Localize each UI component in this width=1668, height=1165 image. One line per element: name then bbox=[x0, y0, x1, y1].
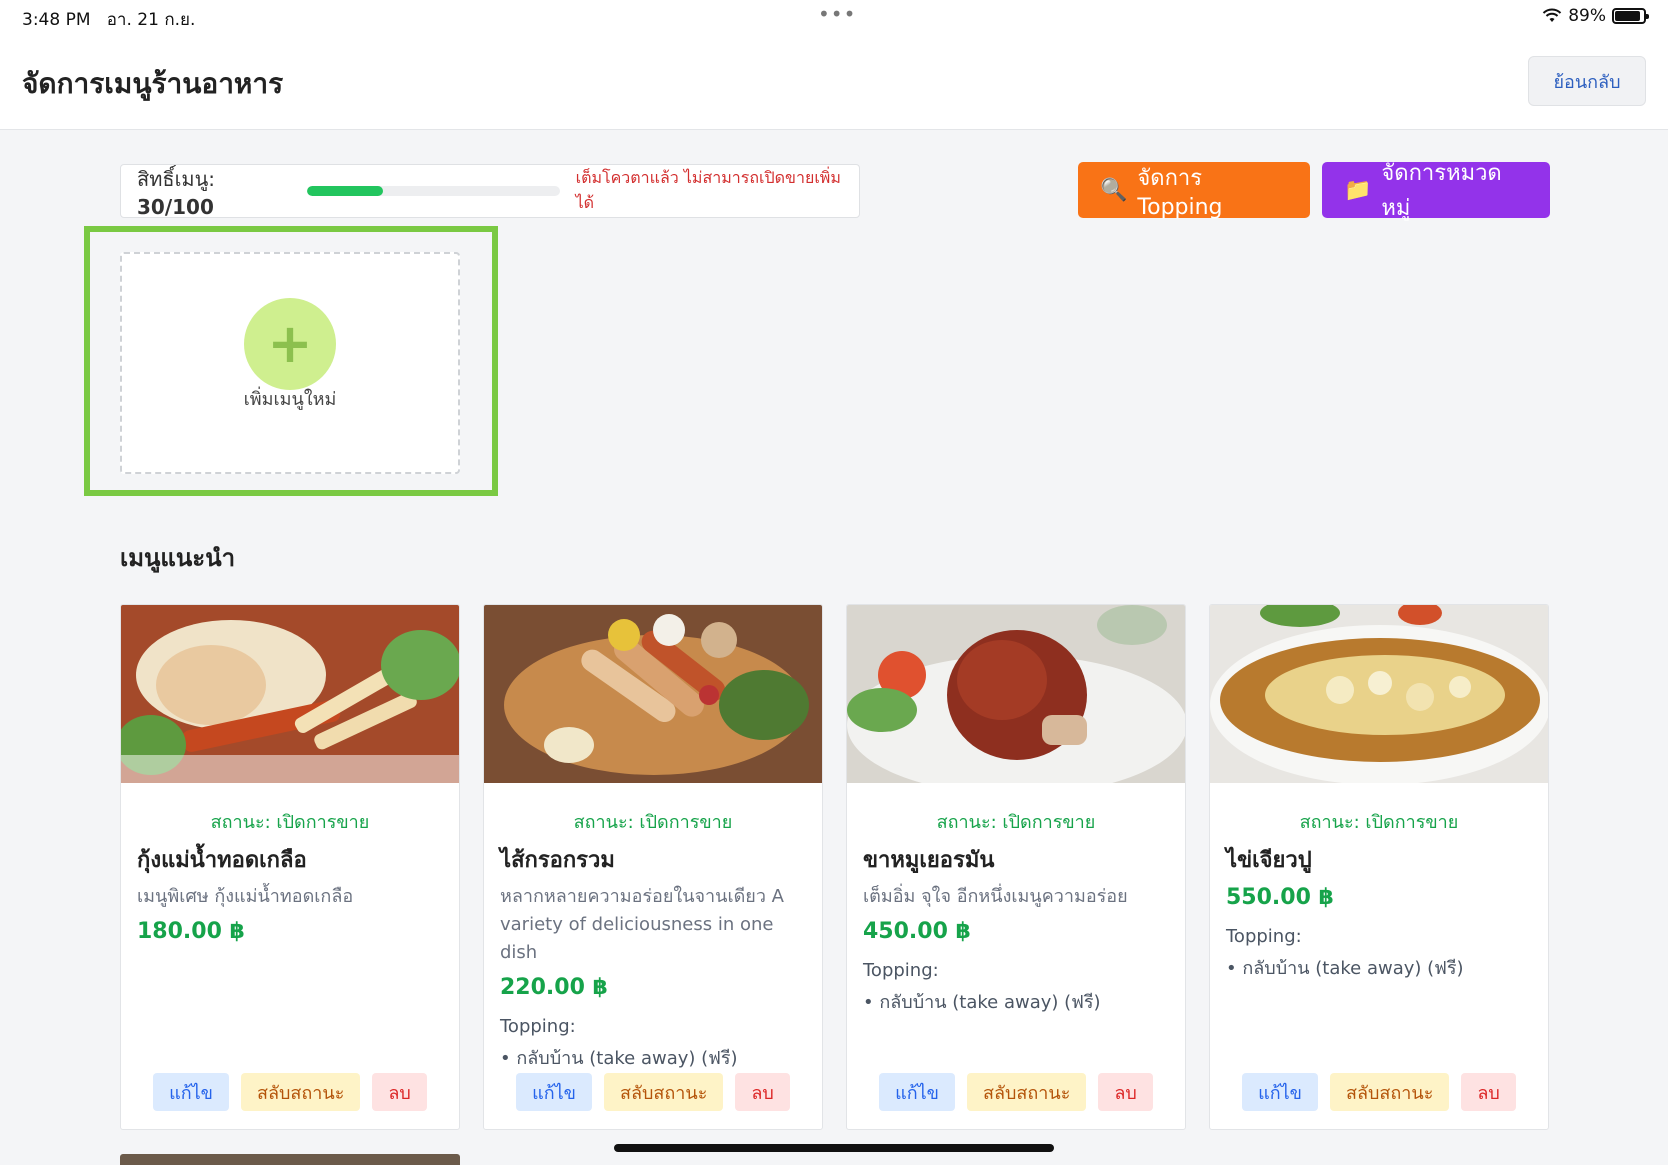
menu-image-fried-prawn bbox=[121, 605, 459, 783]
menu-status: สถานะ: เปิดการขาย bbox=[573, 812, 733, 833]
section-title: เมนูแนะนำ bbox=[120, 544, 236, 572]
battery-percent: 89% bbox=[1568, 6, 1606, 26]
delete-button[interactable]: ลบ bbox=[735, 1073, 790, 1111]
menu-description: เมนูพิเศษ กุ้งแม่น้ำทอดเกลือ bbox=[137, 886, 354, 907]
quota-warning: เต็มโควตาแล้ว ไม่สามารถเปิดขายเพิ่มได้ bbox=[575, 168, 841, 212]
toggle-status-button[interactable]: สลับสถานะ bbox=[240, 1073, 361, 1111]
toggle-status-button[interactable]: สลับสถานะ bbox=[966, 1073, 1087, 1111]
card-actions: แก้ไข สลับสถานะ ลบ bbox=[1210, 1073, 1548, 1111]
menu-image-pork-knuckle bbox=[847, 605, 1185, 783]
manage-topping-button[interactable]: 🔍 จัดการ Topping bbox=[1078, 162, 1310, 220]
menu-price: 450.00 ฿ bbox=[863, 919, 971, 944]
back-button[interactable]: ย้อนกลับ bbox=[1528, 56, 1646, 106]
menu-card: สถานะ: เปิดการขาย ไส้กรอกรวม หลากหลายควา… bbox=[483, 604, 823, 1130]
edit-button[interactable]: แก้ไข bbox=[879, 1073, 955, 1111]
menu-price: 220.00 ฿ bbox=[500, 975, 608, 1000]
quota-progress-bar bbox=[307, 186, 560, 196]
plus-icon[interactable]: + bbox=[244, 298, 336, 390]
wifi-icon bbox=[1542, 8, 1562, 22]
menu-card: สถานะ: เปิดการขาย ไข่เจียวปู 550.00 ฿ To… bbox=[1209, 604, 1549, 1130]
menu-price: 550.00 ฿ bbox=[1226, 885, 1334, 910]
manage-category-label: จัดการหมวดหมู่ bbox=[1381, 161, 1502, 221]
topping-item: • กลับบ้าน (take away) (ฟรี) bbox=[863, 992, 1101, 1013]
topping-label: Topping: bbox=[1226, 926, 1302, 947]
menu-name: ไข่เจียวปู bbox=[1226, 848, 1312, 873]
add-menu-label: เพิ่มเมนูใหม่ bbox=[243, 389, 337, 410]
menu-price: 180.00 ฿ bbox=[137, 919, 245, 944]
card-actions: แก้ไข สลับสถานะ ลบ bbox=[484, 1073, 822, 1111]
manage-topping-label: จัดการ Topping bbox=[1137, 166, 1223, 220]
folder-icon: 📁 bbox=[1344, 177, 1372, 203]
menu-status: สถานะ: เปิดการขาย bbox=[210, 812, 370, 833]
topping-item: • กลับบ้าน (take away) (ฟรี) bbox=[500, 1048, 738, 1069]
menu-description: หลากหลายความอร่อยในจานเดียว A variety of… bbox=[500, 886, 784, 963]
card-actions: แก้ไข สลับสถานะ ลบ bbox=[847, 1073, 1185, 1111]
menu-image-sausage-platter bbox=[484, 605, 822, 783]
toggle-status-button[interactable]: สลับสถานะ bbox=[603, 1073, 724, 1111]
menu-name: กุ้งแม่น้ำทอดเกลือ bbox=[137, 848, 307, 873]
battery-icon bbox=[1612, 8, 1649, 24]
manage-category-button[interactable]: 📁 จัดการหมวดหมู่ bbox=[1322, 161, 1550, 221]
topping-label: Topping: bbox=[500, 1016, 576, 1037]
edit-button[interactable]: แก้ไข bbox=[1242, 1073, 1318, 1111]
delete-button[interactable]: ลบ bbox=[372, 1073, 427, 1111]
status-time: 3:48 PM อา. 21 ก.ย. bbox=[22, 10, 196, 30]
quota-progress-fill bbox=[307, 186, 383, 196]
menu-name: ขาหมูเยอรมัน bbox=[863, 848, 995, 873]
app-header: จัดการเมนูร้านอาหาร ย้อนกลับ bbox=[0, 34, 1668, 130]
menu-card: สถานะ: เปิดการขาย ขาหมูเยอรมัน เต็มอิ่ม … bbox=[846, 604, 1186, 1130]
add-menu-card[interactable]: + เพิ่มเมนูใหม่ bbox=[120, 252, 460, 474]
card-actions: แก้ไข สลับสถานะ ลบ bbox=[121, 1073, 459, 1111]
menu-image-crab-omelette bbox=[1210, 605, 1548, 783]
menu-name: ไส้กรอกรวม bbox=[500, 848, 615, 873]
edit-button[interactable]: แก้ไข bbox=[153, 1073, 229, 1111]
status-right: 89% bbox=[1542, 6, 1649, 26]
menu-card-partial bbox=[120, 1154, 460, 1165]
menu-quota-panel: สิทธิ์เมนู: 30/100 เต็มโควตาแล้ว ไม่สามา… bbox=[120, 164, 860, 219]
topping-label: Topping: bbox=[863, 960, 939, 981]
edit-button[interactable]: แก้ไข bbox=[516, 1073, 592, 1111]
menu-card: สถานะ: เปิดการขาย กุ้งแม่น้ำทอดเกลือ เมน… bbox=[120, 604, 460, 1130]
magnifier-icon: 🔍 bbox=[1100, 177, 1128, 203]
page-title: จัดการเมนูร้านอาหาร bbox=[22, 67, 284, 100]
menu-status: สถานะ: เปิดการขาย bbox=[936, 812, 1096, 833]
menu-status: สถานะ: เปิดการขาย bbox=[1299, 812, 1459, 833]
toggle-status-button[interactable]: สลับสถานะ bbox=[1329, 1073, 1450, 1111]
multitasking-dots-icon[interactable]: ••• bbox=[818, 2, 856, 26]
topping-item: • กลับบ้าน (take away) (ฟรี) bbox=[1226, 958, 1464, 979]
menu-description: เต็มอิ่ม จุใจ อีกหนึ่งเมนูความอร่อย bbox=[863, 886, 1128, 907]
quota-label: สิทธิ์เมนู: 30/100 bbox=[137, 167, 216, 219]
delete-button[interactable]: ลบ bbox=[1098, 1073, 1153, 1111]
status-bar: 3:48 PM อา. 21 ก.ย. ••• 89% bbox=[0, 0, 1668, 34]
delete-button[interactable]: ลบ bbox=[1461, 1073, 1516, 1111]
home-indicator[interactable] bbox=[614, 1144, 1054, 1152]
